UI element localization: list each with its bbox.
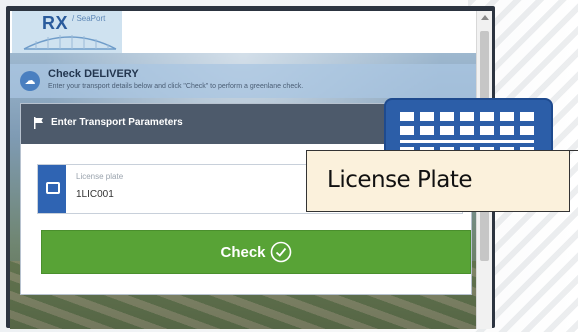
page-title: Check DELIVERY [48,68,139,80]
license-plate-label: License plate [76,172,124,181]
callout-pointer [566,150,578,151]
license-plate-icon [38,165,66,213]
logo-suffix: / SeaPort [72,14,106,23]
check-delivery-header: ☁ Check DELIVERY Enter your transport de… [10,64,476,98]
check-button[interactable]: Check [41,230,471,274]
callout-text: License Plate [327,167,473,193]
flag-icon [34,117,43,129]
check-button-label: Check [220,243,266,261]
logo[interactable]: RX / SeaPort [12,11,122,53]
top-bar: RX / SeaPort [10,11,476,53]
panel-title: Enter Transport Parameters [51,117,183,128]
check-circle-icon [270,241,291,263]
license-plate-input[interactable] [74,185,318,203]
page-subtitle: Enter your transport details below and c… [48,83,304,90]
scroll-up-arrow-icon[interactable] [481,15,489,20]
license-plate-callout: License Plate [306,150,570,212]
cloud-icon: ☁ [20,71,40,91]
bridge-logo-icon [23,35,117,50]
